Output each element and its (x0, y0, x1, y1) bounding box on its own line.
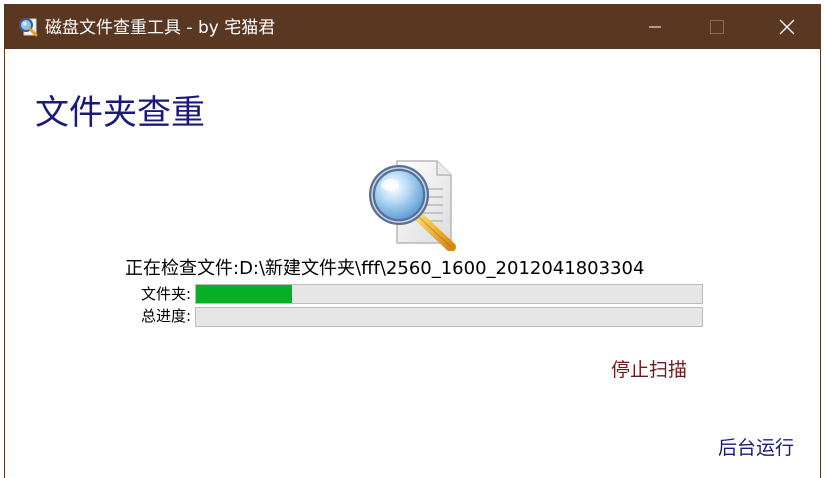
window-title: 磁盘文件查重工具 - by 宅猫君 (45, 18, 276, 38)
app-magnifier-icon (19, 18, 38, 37)
close-icon (779, 19, 795, 35)
total-progress-label: 总进度: (140, 307, 191, 325)
title-bar[interactable]: 磁盘文件查重工具 - by 宅猫君 (5, 5, 820, 49)
scan-status-text: 正在检查文件:D:\新建文件夹\fff\2560_1600_2012041803… (125, 258, 645, 279)
maximize-icon (710, 20, 724, 34)
magnifier-document-icon (369, 160, 456, 251)
maximize-button (687, 5, 747, 49)
folder-progress-label: 文件夹: (140, 285, 191, 303)
app-window: 磁盘文件查重工具 - by 宅猫君 文件夹查重 正在检查文件:D:\新建文件夹\… (4, 4, 821, 478)
folder-progress-fill (196, 285, 293, 303)
total-progress-bar (195, 307, 703, 327)
page-title: 文件夹查重 (35, 93, 205, 133)
stop-scan-button[interactable]: 停止扫描 (611, 357, 687, 383)
close-button[interactable] (757, 5, 817, 49)
minimize-button[interactable] (625, 5, 685, 49)
folder-progress-bar (195, 284, 703, 304)
run-in-background-button[interactable]: 后台运行 (718, 435, 794, 461)
minimize-icon (649, 26, 661, 28)
